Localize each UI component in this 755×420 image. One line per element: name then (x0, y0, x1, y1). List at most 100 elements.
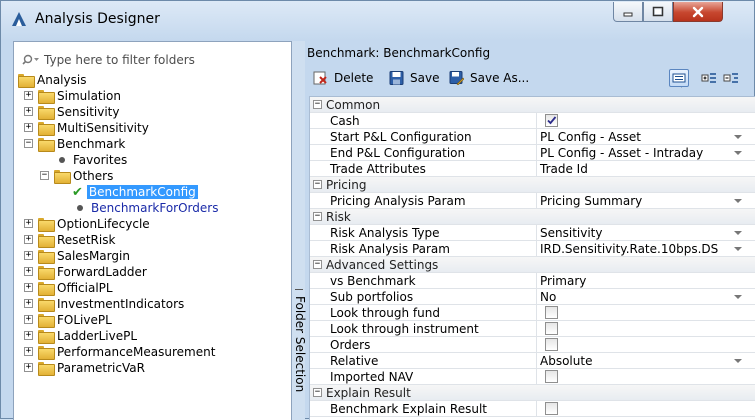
tree-node[interactable]: ✔ BenchmarkConfig (72, 184, 198, 200)
expand-all-button[interactable] (699, 69, 719, 87)
tree-node[interactable]: + OptionLifecycle (24, 216, 150, 232)
expand-icon[interactable]: + (24, 299, 33, 308)
delete-button[interactable]: Delete (313, 68, 373, 88)
title-bar[interactable]: Analysis Designer (1, 1, 754, 39)
expand-icon[interactable]: + (24, 251, 33, 260)
folder-icon (38, 218, 55, 232)
window-title: Analysis Designer (35, 11, 160, 27)
chevron-down-icon[interactable] (734, 295, 742, 299)
tree-node[interactable]: + PerformanceMeasurement (24, 344, 215, 360)
folder-icon (38, 314, 55, 328)
checkbox[interactable] (545, 402, 558, 415)
tree-node[interactable]: + ForwardLadder (24, 264, 147, 280)
property-row[interactable]: Look through fund (310, 305, 755, 321)
filter-input[interactable]: Type here to filter folders (22, 51, 195, 69)
config-panel: Benchmark: BenchmarkConfig Delete Save S… (305, 41, 755, 420)
property-view-button[interactable] (669, 69, 689, 87)
property-row[interactable]: Risk Analysis Param IRD.Sensitivity.Rate.… (310, 241, 755, 257)
expand-icon[interactable]: + (24, 347, 33, 356)
collapse-icon[interactable]: − (313, 180, 322, 189)
chevron-down-icon[interactable] (734, 151, 742, 155)
tree-node[interactable]: + SalesMargin (24, 248, 130, 264)
expand-icon[interactable]: + (24, 235, 33, 244)
tree-node[interactable]: + FOLivePL (24, 312, 112, 328)
chevron-down-icon[interactable] (734, 231, 742, 235)
dropdown-value[interactable]: PL Config - Asset - Intraday (540, 146, 703, 160)
checkbox[interactable] (545, 306, 558, 319)
property-row[interactable]: Sub portfolios No (310, 289, 755, 305)
chevron-down-icon[interactable] (734, 199, 742, 203)
tree-node[interactable]: − Benchmark (24, 136, 125, 152)
property-row[interactable]: vs Benchmark Primary (310, 273, 755, 289)
checkbox[interactable] (545, 114, 558, 127)
checkbox[interactable] (545, 370, 558, 383)
dropdown-value[interactable]: IRD.Sensitivity.Rate.10bps.DS (540, 242, 718, 256)
property-section[interactable]: − Advanced Settings (310, 257, 755, 273)
expand-icon[interactable]: + (24, 219, 33, 228)
tree-node[interactable]: + OfficialPL (24, 280, 113, 296)
expand-icon[interactable]: + (24, 331, 33, 340)
expand-icon[interactable]: + (24, 283, 33, 292)
property-row[interactable]: Pricing Analysis Param Pricing Summary (310, 193, 755, 209)
property-row[interactable]: Start P&L Configuration PL Config - Asset (310, 129, 755, 145)
folder-icon (38, 362, 55, 376)
collapse-icon[interactable]: − (40, 171, 49, 180)
collapse-icon[interactable]: − (313, 388, 322, 397)
property-row[interactable]: Relative Absolute (310, 353, 755, 369)
property-row[interactable]: Orders (310, 337, 755, 353)
tree-node[interactable]: + Simulation (24, 88, 121, 104)
close-button[interactable] (673, 2, 723, 22)
chevron-down-icon[interactable] (734, 247, 742, 251)
property-row[interactable]: Imported NAV (310, 369, 755, 385)
expand-icon[interactable]: + (24, 315, 33, 324)
property-section[interactable]: − Explain Result (310, 385, 755, 401)
expand-icon[interactable]: + (24, 363, 33, 372)
tree-node[interactable]: Favorites (54, 152, 127, 168)
dropdown-value[interactable]: Pricing Summary (540, 194, 642, 208)
collapse-all-button[interactable] (721, 69, 741, 87)
expand-icon[interactable]: + (24, 91, 33, 100)
dropdown-value[interactable]: No (540, 290, 556, 304)
collapse-icon[interactable]: − (24, 139, 33, 148)
property-row[interactable]: End P&L Configuration PL Config - Asset -… (310, 145, 755, 161)
tree-node[interactable]: + Sensitivity (24, 104, 119, 120)
chevron-down-icon[interactable] (734, 135, 742, 139)
expand-icon[interactable]: + (24, 107, 33, 116)
expand-icon[interactable]: + (24, 267, 33, 276)
property-row[interactable]: Benchmark Explain Result (310, 401, 755, 417)
property-section[interactable]: − Risk (310, 209, 755, 225)
tree-node[interactable]: Analysis (18, 72, 86, 88)
chevron-down-icon[interactable] (734, 359, 742, 363)
checkbox[interactable] (545, 338, 558, 351)
tree-node[interactable]: − Others (40, 168, 113, 184)
folder-icon (38, 122, 55, 136)
save-as-button[interactable]: Save As... (449, 68, 529, 88)
tree-node-label: BenchmarkForOrders (91, 201, 219, 215)
maximize-button[interactable] (643, 2, 673, 22)
property-section[interactable]: − Pricing (310, 177, 755, 193)
tree-node[interactable]: + ResetRisk (24, 232, 115, 248)
save-button[interactable]: Save (389, 68, 439, 88)
property-row[interactable]: Risk Analysis Type Sensitivity (310, 225, 755, 241)
dropdown-value[interactable]: Absolute (540, 354, 592, 368)
dropdown-value[interactable]: PL Config - Asset (540, 130, 641, 144)
checkbox[interactable] (545, 322, 558, 335)
text-value[interactable]: Primary (540, 274, 586, 288)
dropdown-value[interactable]: Sensitivity (540, 226, 602, 240)
collapse-icon[interactable]: − (313, 100, 322, 109)
property-row[interactable]: Cash (310, 113, 755, 129)
collapse-icon[interactable]: − (313, 212, 322, 221)
text-value[interactable]: Trade Id (540, 162, 588, 176)
tree-node[interactable]: + InvestmentIndicators (24, 296, 184, 312)
property-section[interactable]: − Common (310, 97, 755, 113)
tree-node[interactable]: + LadderLivePL (24, 328, 137, 344)
expand-icon[interactable]: + (24, 123, 33, 132)
tree-node[interactable]: + MultiSensitivity (24, 120, 149, 136)
property-row[interactable]: Trade Attributes Trade Id (310, 161, 755, 177)
tree-node[interactable]: + ParametricVaR (24, 360, 145, 376)
property-label: Risk Analysis Type (330, 226, 440, 240)
tree-node[interactable]: BenchmarkForOrders (72, 200, 218, 216)
property-row[interactable]: Look through instrument (310, 321, 755, 337)
collapse-icon[interactable]: − (313, 260, 322, 269)
minimize-button[interactable] (613, 2, 643, 22)
